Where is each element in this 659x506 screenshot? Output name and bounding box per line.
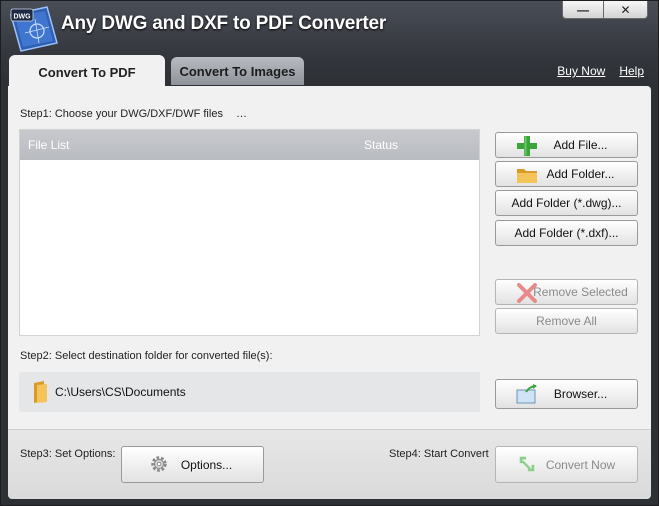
gear-icon (151, 456, 167, 472)
step1-label: Step1: Choose your DWG/DXF/DWF files … (20, 108, 248, 120)
close-button[interactable]: ✕ (604, 1, 648, 19)
plus-icon (517, 136, 537, 156)
add-file-button[interactable]: Add File... (495, 132, 638, 158)
svg-text:DWG: DWG (13, 14, 31, 21)
step3-label: Step3: Set Options: (20, 448, 116, 460)
step1-ellipsis: … (236, 108, 248, 120)
folder-icon (34, 381, 47, 403)
options-button[interactable]: Options... (121, 446, 264, 483)
add-folder-dxf-button[interactable]: Add Folder (*.dxf)... (495, 220, 638, 246)
buy-now-link[interactable]: Buy Now (557, 64, 605, 78)
window-controls: — ✕ (562, 1, 648, 19)
column-status[interactable]: Status (364, 138, 398, 152)
convert-arrows-icon (519, 456, 535, 472)
folder-icon (517, 169, 537, 183)
browser-button[interactable]: Browser... (495, 379, 638, 409)
folder-arrow-icon (516, 384, 537, 404)
top-links: Buy Now Help (557, 64, 644, 78)
help-link[interactable]: Help (619, 64, 644, 78)
step2-label: Step2: Select destination folder for con… (20, 350, 273, 362)
app-logo-icon: DWG (10, 6, 58, 52)
file-list[interactable]: File List Status (19, 129, 480, 336)
add-folder-button[interactable]: Add Folder... (495, 161, 638, 187)
remove-selected-button[interactable]: Remove Selected (495, 279, 638, 305)
column-file-list[interactable]: File List (28, 138, 69, 152)
browser-label: Browser... (553, 387, 608, 401)
add-folder-dxf-label: Add Folder (*.dxf)... (514, 226, 619, 240)
remove-all-label: Remove All (536, 314, 597, 328)
convert-now-button[interactable]: Convert Now (495, 446, 638, 483)
tab-convert-to-images[interactable]: Convert To Images (171, 57, 304, 85)
add-folder-dwg-button[interactable]: Add Folder (*.dwg)... (495, 190, 638, 216)
destination-folder-field[interactable]: C:\Users\CS\Documents (19, 372, 480, 412)
tab-convert-to-pdf[interactable]: Convert To PDF (9, 55, 165, 89)
remove-all-button[interactable]: Remove All (495, 308, 638, 334)
file-list-header: File List Status (20, 130, 479, 160)
add-folder-dwg-label: Add Folder (*.dwg)... (511, 196, 622, 210)
destination-path: C:\Users\CS\Documents (55, 385, 186, 399)
app-title: Any DWG and DXF to PDF Converter (61, 13, 387, 34)
step4-label: Step4: Start Convert (389, 448, 489, 460)
x-icon (517, 283, 537, 303)
minimize-button[interactable]: — (562, 1, 604, 19)
